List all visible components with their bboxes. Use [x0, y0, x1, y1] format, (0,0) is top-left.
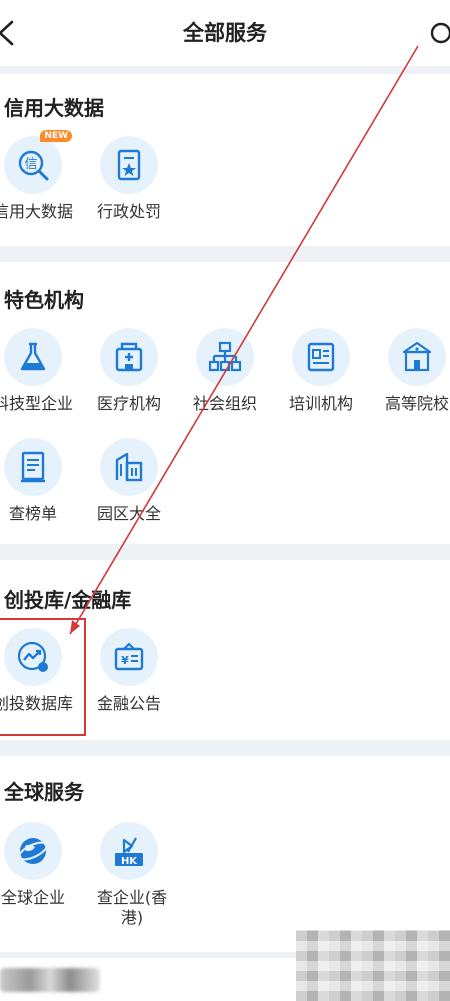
service-item-university[interactable]: 高等院校: [369, 328, 450, 414]
service-item-label: 科技型企业: [0, 394, 73, 413]
icon-circle: [100, 136, 158, 194]
service-item-label: 全球企业: [0, 888, 65, 907]
credit-magnifier-icon: 信: [18, 150, 49, 181]
top-bar: 全部服务: [0, 0, 450, 66]
icon-circle: [100, 438, 158, 496]
service-item-label: 培训机构: [288, 394, 353, 413]
service-item-label: 信用大数据: [0, 202, 73, 221]
service-item-medical[interactable]: 医疗机构: [81, 328, 177, 414]
org-chart-icon: [208, 341, 242, 372]
hospital-icon: [115, 342, 143, 372]
page-title: 全部服务: [183, 21, 267, 45]
icon-circle: [4, 328, 62, 386]
icon-circle: [4, 438, 62, 496]
service-item-label: 行政处罚: [96, 202, 161, 221]
svg-text:信: 信: [24, 157, 37, 172]
icon-circle: [4, 822, 62, 880]
service-item-global-enterprise[interactable]: 全球企业: [0, 822, 81, 908]
icon-circle: HK: [100, 822, 158, 880]
section-special-institutions: 特色机构 科技型企业 医疗机构 社会组织 培训机构 高等院校 查榜单 园区大全: [0, 262, 450, 544]
service-item-hk-enterprise[interactable]: HK 查企业(香港): [81, 822, 177, 928]
service-item-admin-penalty[interactable]: 行政处罚: [81, 136, 177, 222]
service-item-label: 查企业(香港): [96, 888, 168, 927]
service-item-label: 园区大全: [96, 504, 161, 523]
list-book-icon: [21, 451, 45, 483]
school-icon: [402, 341, 432, 372]
service-item-label: 金融公告: [96, 694, 161, 713]
id-card-icon: [307, 342, 335, 372]
icon-circle: [196, 328, 254, 386]
service-item-parks[interactable]: 园区大全: [81, 438, 177, 524]
service-item-label: 查榜单: [8, 504, 57, 523]
section-title: 信用大数据: [4, 96, 104, 120]
section-title: 创投库/金融库: [4, 588, 132, 612]
blurred-text: [0, 968, 100, 992]
section-global-services: 全球服务 全球企业 HK 查企业(香港): [0, 756, 450, 952]
flask-icon: [20, 342, 46, 371]
document-star-icon: [117, 149, 141, 181]
service-item-finance-notice[interactable]: ¥ 金融公告: [81, 628, 177, 714]
service-item-social-org[interactable]: 社会组织: [177, 328, 273, 414]
finance-notice-icon: ¥: [114, 642, 144, 671]
globe-icon: [18, 838, 48, 864]
icon-circle: [100, 328, 158, 386]
service-item-label: 医疗机构: [96, 394, 161, 413]
icon-circle: 信 NEW: [4, 130, 72, 194]
section-credit-data: 信用大数据 信 NEW 信用大数据 行政处罚: [0, 74, 450, 246]
section-title: 全球服务: [4, 780, 84, 804]
mosaic-watermark: [296, 930, 450, 1001]
svg-text:¥: ¥: [121, 654, 129, 667]
service-item-label: 高等院校: [384, 394, 449, 413]
search-icon[interactable]: [428, 20, 450, 48]
icon-circle: [292, 328, 350, 386]
icon-circle: ¥: [100, 628, 158, 686]
service-item-label: 社会组织: [192, 394, 257, 413]
section-title: 特色机构: [4, 288, 84, 312]
hk-building-icon: HK: [115, 837, 143, 867]
buildings-icon: [115, 452, 143, 482]
service-item-credit-data[interactable]: 信 NEW 信用大数据: [0, 130, 81, 222]
svg-text:HK: HK: [121, 856, 138, 867]
service-item-rankings[interactable]: 查榜单: [0, 438, 81, 524]
annotation-highlight-box: [0, 618, 86, 736]
new-badge: NEW: [40, 130, 72, 142]
icon-circle: [388, 328, 446, 386]
service-item-training[interactable]: 培训机构: [273, 328, 369, 414]
service-item-tech-enterprise[interactable]: 科技型企业: [0, 328, 81, 414]
